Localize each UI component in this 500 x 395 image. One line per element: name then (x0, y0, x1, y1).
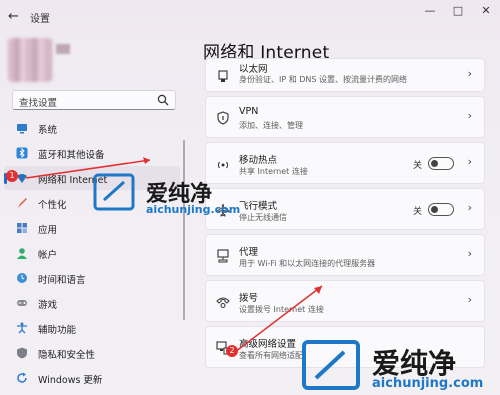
step-badge-2: 2 (226, 345, 238, 357)
watermark-logo-icon (92, 172, 140, 214)
step-badge-1: 1 (6, 170, 18, 182)
annotation-arrows (25, 157, 323, 353)
watermark-logo-icon (300, 338, 362, 392)
watermark-url: aichunjing.com (146, 203, 241, 216)
settings-window: ← 设置 — □ ✕ 查找设置 系统 蓝牙和其他设备 网络和 Internet (0, 0, 500, 395)
watermark-url: aichunjing.com (372, 376, 484, 391)
